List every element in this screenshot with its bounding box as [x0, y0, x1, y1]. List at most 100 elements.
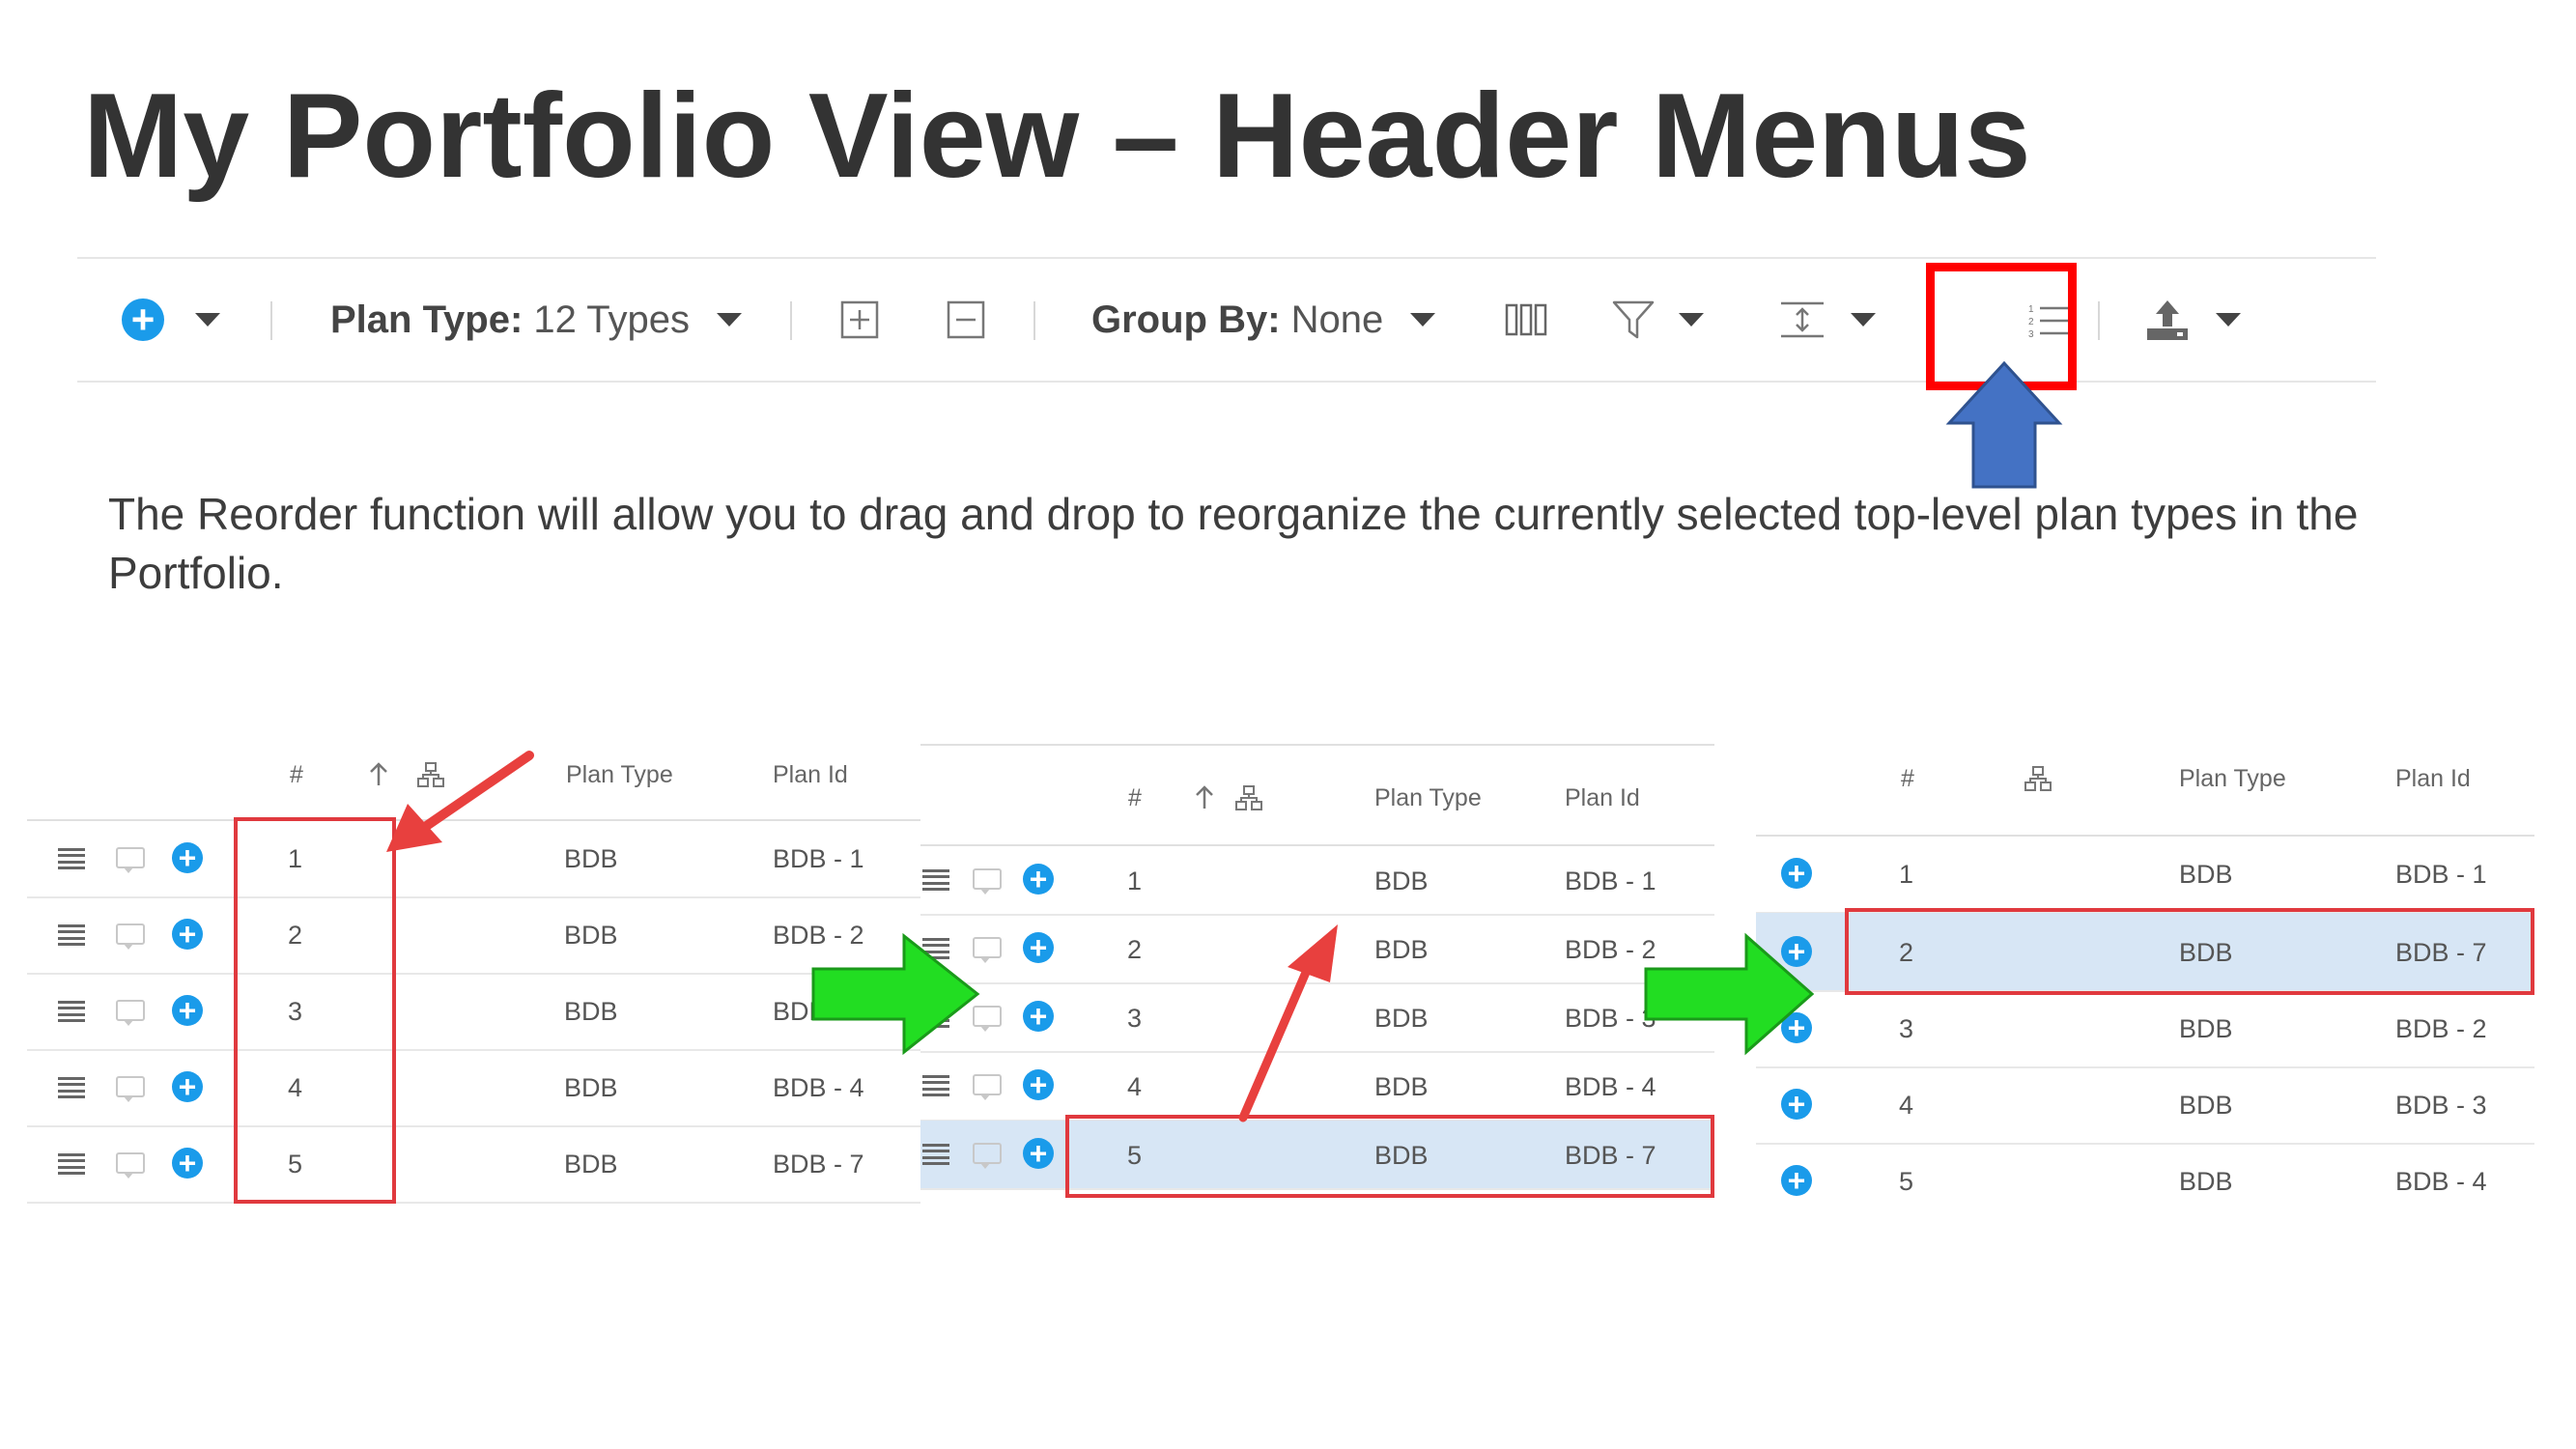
table-row[interactable]: + 1 BDB BDB - 1 — [1756, 837, 2534, 914]
row-height-menu[interactable] — [1779, 259, 1876, 381]
callout-up-arrow-icon — [1945, 360, 2063, 489]
chevron-down-icon[interactable] — [2216, 313, 2241, 327]
expand-all-button[interactable] — [840, 259, 879, 381]
column-header-plan-id[interactable]: Plan Id — [1565, 784, 1640, 812]
drag-handle-icon[interactable] — [922, 869, 949, 891]
drag-handle-icon[interactable] — [58, 924, 85, 946]
plan-type-cell: BDB — [2179, 1014, 2233, 1043]
add-menu[interactable]: + — [122, 259, 220, 381]
table-row[interactable]: + 4 BDB BDB - 3 — [1756, 1067, 2534, 1145]
drag-handle-icon[interactable] — [58, 1077, 85, 1098]
add-child-icon[interactable]: + — [1023, 1138, 1054, 1169]
row-number: 3 — [1899, 1014, 1914, 1043]
plan-type-cell: BDB — [1374, 935, 1429, 964]
plan-type-cell: BDB — [564, 844, 618, 873]
red-pointer-arrow-icon — [386, 751, 534, 852]
drag-handle-icon[interactable] — [922, 1075, 949, 1096]
table-row[interactable]: + 3 BDB BDB - 3 — [27, 974, 920, 1051]
add-child-icon[interactable]: + — [172, 842, 203, 873]
column-header-plan-id[interactable]: Plan Id — [773, 761, 848, 789]
moved-row-highlight — [1845, 908, 2534, 995]
hierarchy-icon[interactable] — [1235, 784, 1262, 811]
table-row[interactable]: + 4 BDB BDB - 4 — [27, 1050, 920, 1127]
plan-id-cell: BDB - 3 — [2395, 1091, 2487, 1120]
slide-title: My Portfolio View – Header Menus — [83, 70, 2031, 203]
filter-icon[interactable] — [1611, 298, 1656, 341]
collapse-all-button[interactable] — [947, 259, 985, 381]
comment-icon[interactable] — [116, 923, 145, 950]
comment-icon[interactable] — [973, 868, 1002, 895]
collapse-all-icon[interactable] — [947, 300, 985, 339]
filter-menu[interactable] — [1611, 259, 1704, 381]
add-child-icon[interactable]: + — [1781, 858, 1812, 889]
drag-handle-icon[interactable] — [922, 1144, 949, 1165]
add-child-icon[interactable]: + — [1781, 1165, 1812, 1196]
row-number: 5 — [1899, 1167, 1914, 1196]
hierarchy-icon[interactable] — [2024, 765, 2052, 792]
chevron-down-icon[interactable] — [717, 313, 743, 327]
add-child-icon[interactable]: + — [172, 1148, 203, 1179]
plan-type-value: 12 Types — [533, 298, 691, 341]
plan-id-cell: BDB - 4 — [2395, 1167, 2487, 1196]
add-child-icon[interactable]: + — [1781, 1089, 1812, 1120]
table-row[interactable]: + 3 BDB BDB - 2 — [1756, 991, 2534, 1068]
columns-button[interactable] — [1505, 259, 1547, 381]
column-header-plan-type[interactable]: Plan Type — [2179, 765, 2286, 793]
plan-id-cell: BDB - 2 — [2395, 1014, 2487, 1043]
plan-type-cell: BDB — [1374, 867, 1429, 895]
chevron-down-icon[interactable] — [1410, 313, 1436, 327]
table-row[interactable]: + 1 BDB BDB - 1 — [920, 846, 1714, 916]
comment-icon[interactable] — [973, 1143, 1002, 1169]
add-child-icon[interactable]: + — [1023, 1001, 1054, 1032]
plan-id-cell: BDB - 7 — [773, 1150, 864, 1179]
comment-icon[interactable] — [973, 1074, 1002, 1100]
add-child-icon[interactable]: + — [1023, 932, 1054, 963]
chevron-down-icon[interactable] — [1851, 313, 1876, 327]
column-header-number[interactable]: # — [1128, 784, 1142, 812]
group-by-dropdown[interactable]: Group By: None — [1091, 259, 1436, 381]
column-header-number[interactable]: # — [290, 761, 303, 789]
table-row[interactable]: + 5 BDB BDB - 4 — [1756, 1144, 2534, 1219]
comment-icon[interactable] — [116, 1076, 145, 1102]
row-height-icon[interactable] — [1779, 300, 1826, 339]
column-header-plan-type[interactable]: Plan Type — [566, 761, 673, 789]
row-number: 4 — [1127, 1072, 1143, 1101]
drag-handle-icon[interactable] — [58, 1153, 85, 1175]
chevron-down-icon[interactable] — [1679, 313, 1704, 327]
drag-handle-icon[interactable] — [58, 1001, 85, 1022]
row-number: 2 — [1127, 935, 1143, 964]
column-header-plan-type[interactable]: Plan Type — [1374, 784, 1482, 812]
plan-type-cell: BDB — [1374, 1004, 1429, 1033]
plan-id-cell: BDB - 4 — [1565, 1072, 1656, 1101]
group-by-value: None — [1290, 298, 1384, 341]
add-child-icon[interactable]: + — [172, 1071, 203, 1102]
grid-after: # Plan Type Plan Id + 1 BDB BDB - 1 + 2 … — [1756, 744, 2534, 1217]
add-child-icon[interactable]: + — [172, 995, 203, 1026]
drag-handle-icon[interactable] — [58, 848, 85, 869]
row-number: 1 — [1127, 867, 1143, 895]
table-row[interactable]: + 5 BDB BDB - 7 — [27, 1126, 920, 1204]
plan-type-dropdown[interactable]: Plan Type: 12 Types — [330, 259, 743, 381]
green-right-arrow-icon — [1644, 932, 1815, 1056]
plan-id-cell: BDB - 1 — [2395, 860, 2487, 889]
plan-id-cell: BDB - 1 — [773, 844, 864, 873]
table-row[interactable]: + 2 BDB BDB - 2 — [27, 897, 920, 975]
expand-all-icon[interactable] — [840, 300, 879, 339]
comment-icon[interactable] — [116, 847, 145, 873]
plan-type-cell: BDB — [564, 997, 618, 1026]
columns-icon[interactable] — [1505, 302, 1547, 337]
add-icon[interactable]: + — [122, 298, 164, 341]
comment-icon[interactable] — [116, 1152, 145, 1179]
column-header-number[interactable]: # — [1901, 765, 1914, 793]
add-child-icon[interactable]: + — [1023, 1069, 1054, 1100]
moving-row-highlight — [1065, 1115, 1714, 1198]
column-header-plan-id[interactable]: Plan Id — [2395, 765, 2471, 793]
export-icon[interactable] — [2144, 298, 2191, 342]
export-menu[interactable] — [2144, 259, 2241, 381]
chevron-down-icon[interactable] — [195, 313, 220, 327]
plan-type-cell: BDB — [2179, 1091, 2233, 1120]
add-child-icon[interactable]: + — [172, 919, 203, 950]
add-child-icon[interactable]: + — [1023, 864, 1054, 895]
sort-up-icon[interactable] — [1193, 784, 1216, 811]
comment-icon[interactable] — [116, 1000, 145, 1026]
